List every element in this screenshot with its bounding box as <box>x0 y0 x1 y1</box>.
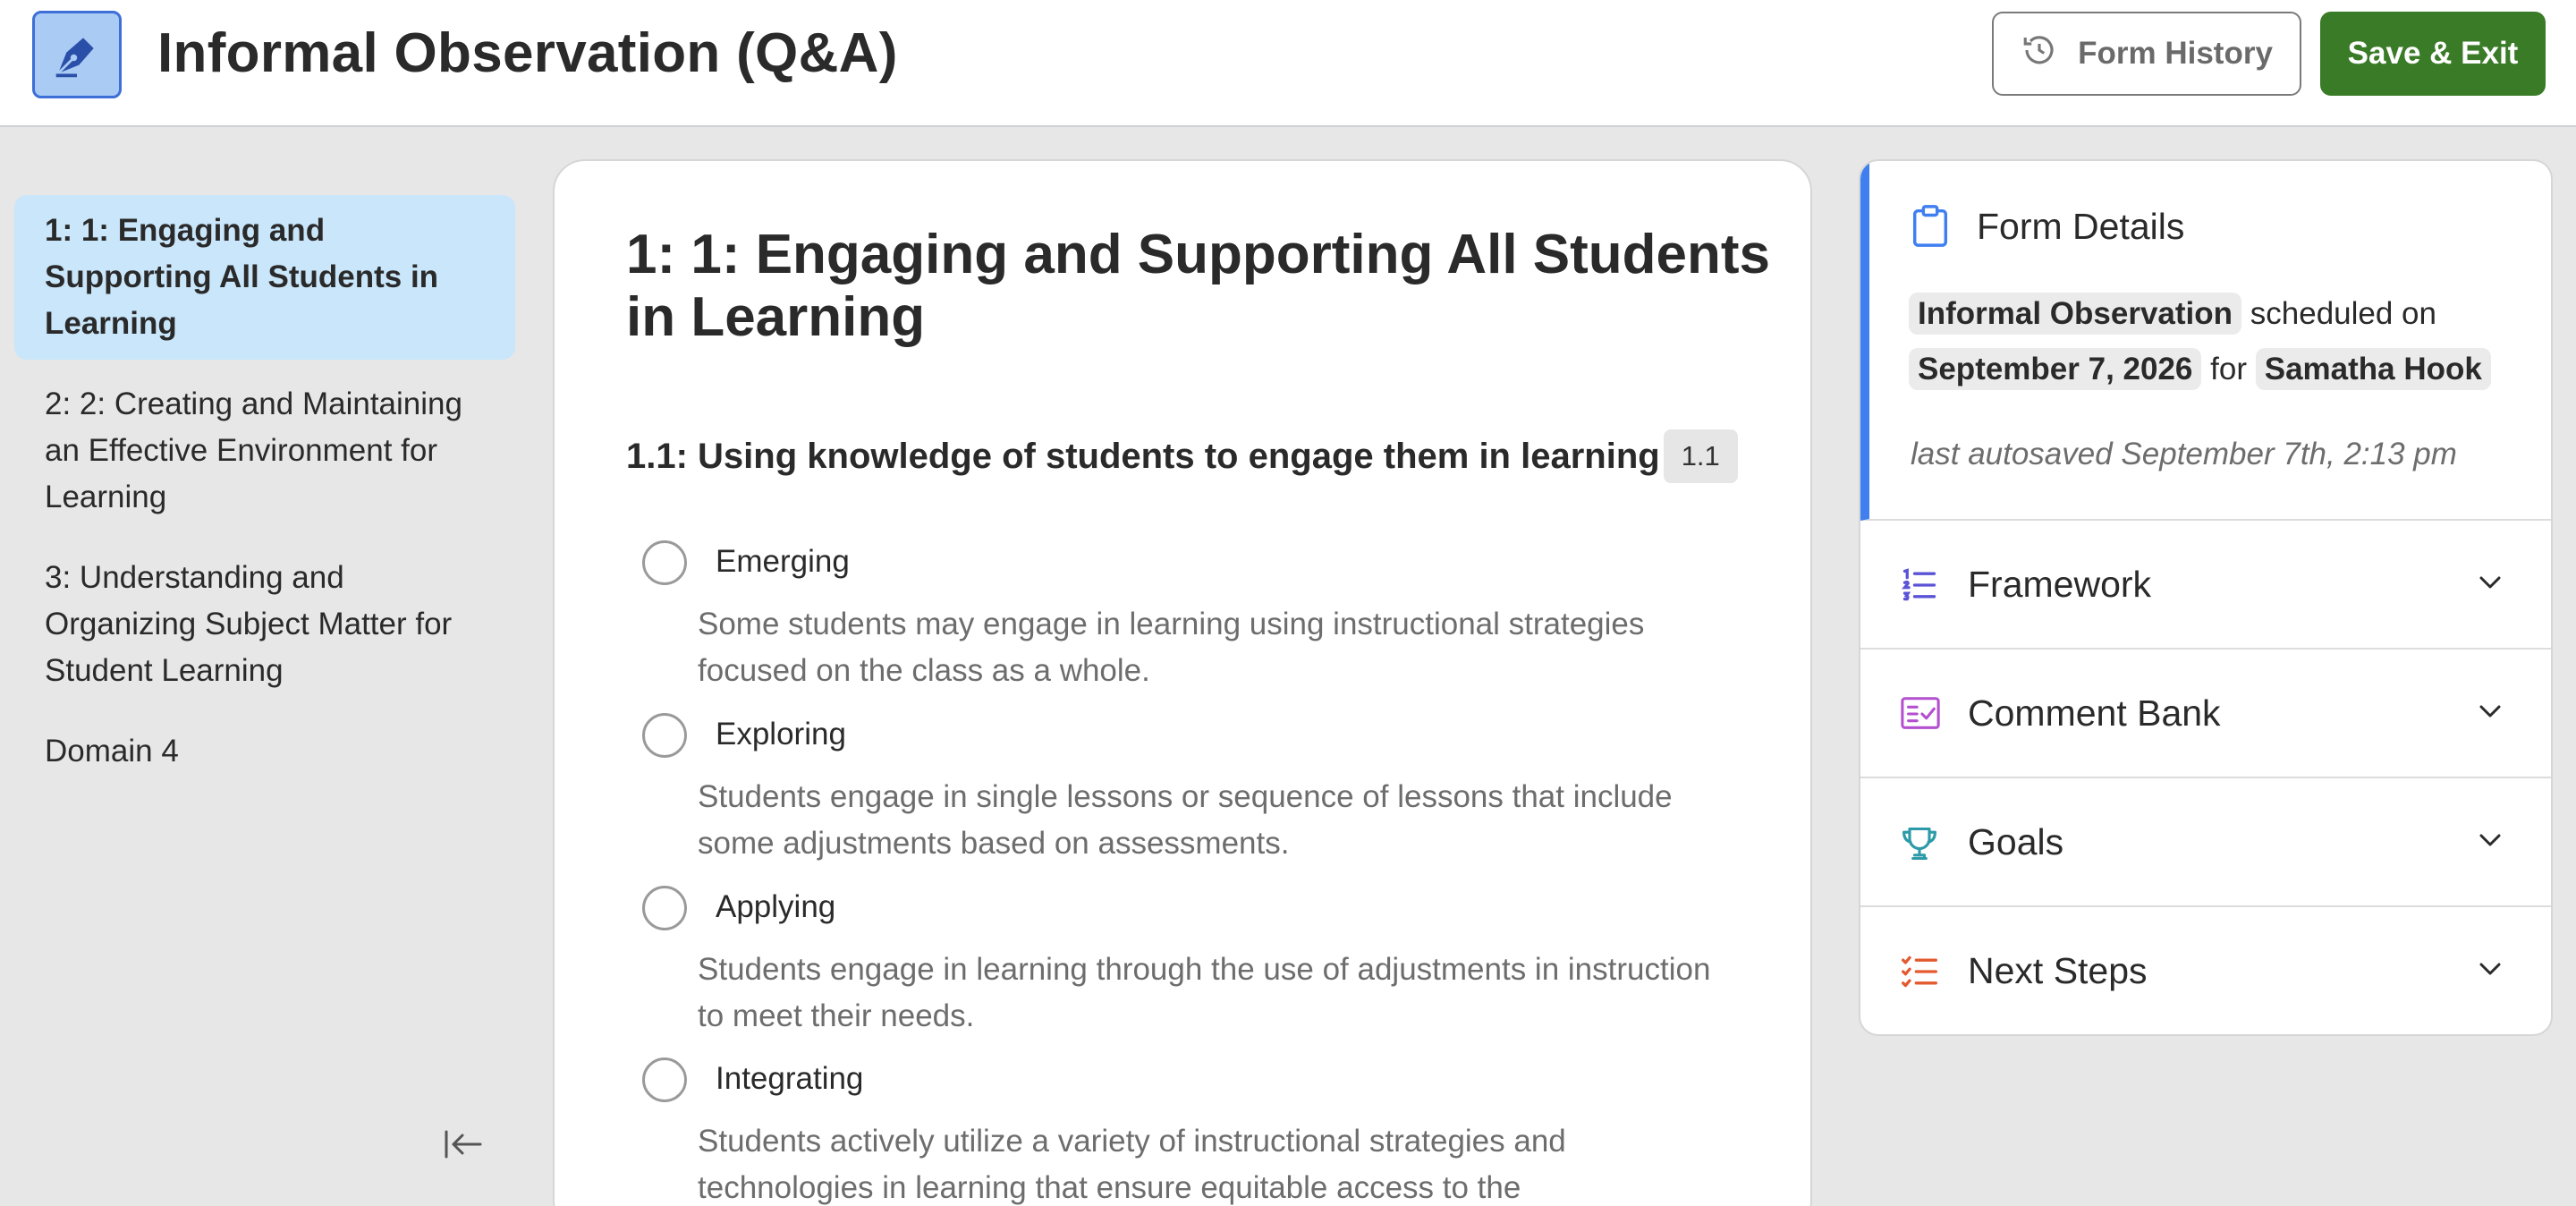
option-label[interactable]: Integrating <box>716 1061 863 1097</box>
save-exit-button[interactable]: Save & Exit <box>2320 12 2546 96</box>
chevron-down-icon <box>2476 573 2504 597</box>
form-history-label: Form History <box>2078 36 2273 71</box>
radio-emerging[interactable] <box>642 540 687 585</box>
clipboard-icon <box>1911 204 1950 253</box>
option-description: Some students may engage in learning usi… <box>698 607 1645 688</box>
accordion-label: Goals <box>1968 821 2064 862</box>
form-type-pill: Informal Observation <box>1909 293 2242 335</box>
pen-nib-icon[interactable] <box>32 11 122 98</box>
sidebar-item-domain-3[interactable]: 3: Understanding and Organizing Subject … <box>14 542 515 707</box>
form-details-title: Form Details <box>1977 206 2185 247</box>
history-clock-icon <box>2021 31 2058 77</box>
sidebar-item-domain-2[interactable]: 2: 2: Creating and Maintaining an Effect… <box>14 369 515 533</box>
scheduled-date-pill: September 7, 2026 <box>1909 348 2202 390</box>
accordion-framework[interactable]: Framework <box>1860 521 2551 650</box>
sidebar-item-domain-1[interactable]: 1: 1: Engaging and Supporting All Studen… <box>14 195 515 360</box>
autosave-status: last autosaved September 7th, 2:13 pm <box>1911 437 2457 471</box>
chevron-down-icon <box>2476 701 2504 726</box>
top-header: Informal Observation (Q&A) Form History … <box>0 0 2576 127</box>
radio-applying[interactable] <box>642 886 687 930</box>
for-text: for <box>2210 352 2247 386</box>
option-description: Students engage in single lessons or seq… <box>698 779 1673 861</box>
accordion-next-steps[interactable]: Next Steps <box>1860 907 2551 1034</box>
question-title: 1.1: Using knowledge of students to enga… <box>626 436 1660 476</box>
radio-exploring[interactable] <box>642 713 687 758</box>
form-history-button[interactable]: Form History <box>1992 12 2301 96</box>
option-description: Students engage in learning through the … <box>698 952 1711 1033</box>
checklist-icon <box>1900 952 1939 996</box>
accordion-goals[interactable]: Goals <box>1860 778 2551 907</box>
comment-list-icon <box>1900 694 1941 738</box>
chevron-down-icon <box>2476 959 2504 983</box>
form-details-panel: Form Details Informal Observation schedu… <box>1859 159 2553 1036</box>
question-heading: 1.1: Using knowledge of students to enga… <box>626 429 1738 483</box>
option-description: Students actively utilize a variety of i… <box>698 1124 1566 1205</box>
option-label[interactable]: Exploring <box>716 717 846 752</box>
scheduled-text: scheduled on <box>2250 296 2436 331</box>
page-title: Informal Observation (Q&A) <box>157 22 898 84</box>
accordion-label: Comment Bank <box>1968 692 2221 734</box>
observed-person-pill: Samatha Hook <box>2255 348 2491 390</box>
question-number-badge: 1.1 <box>1663 429 1738 483</box>
numbered-list-icon <box>1900 565 1939 609</box>
form-details-section: Form Details Informal Observation schedu… <box>1860 161 2551 521</box>
question-card: 1: 1: Engaging and Supporting All Studen… <box>553 159 1812 1206</box>
chevron-down-icon <box>2476 830 2504 854</box>
section-title: 1: 1: Engaging and Supporting All Studen… <box>626 224 1770 348</box>
sidebar-item-domain-4[interactable]: Domain 4 <box>14 716 515 787</box>
option-label[interactable]: Applying <box>716 889 835 925</box>
accordion-comment-bank[interactable]: Comment Bank <box>1860 650 2551 778</box>
accordion-label: Next Steps <box>1968 950 2148 991</box>
option-label[interactable]: Emerging <box>716 544 850 580</box>
collapse-left-icon[interactable] <box>438 1124 488 1165</box>
radio-integrating[interactable] <box>642 1057 687 1102</box>
accordion-label: Framework <box>1968 564 2152 605</box>
form-details-summary: Informal Observation scheduled on Septem… <box>1909 286 2535 397</box>
trophy-icon <box>1900 823 1939 869</box>
